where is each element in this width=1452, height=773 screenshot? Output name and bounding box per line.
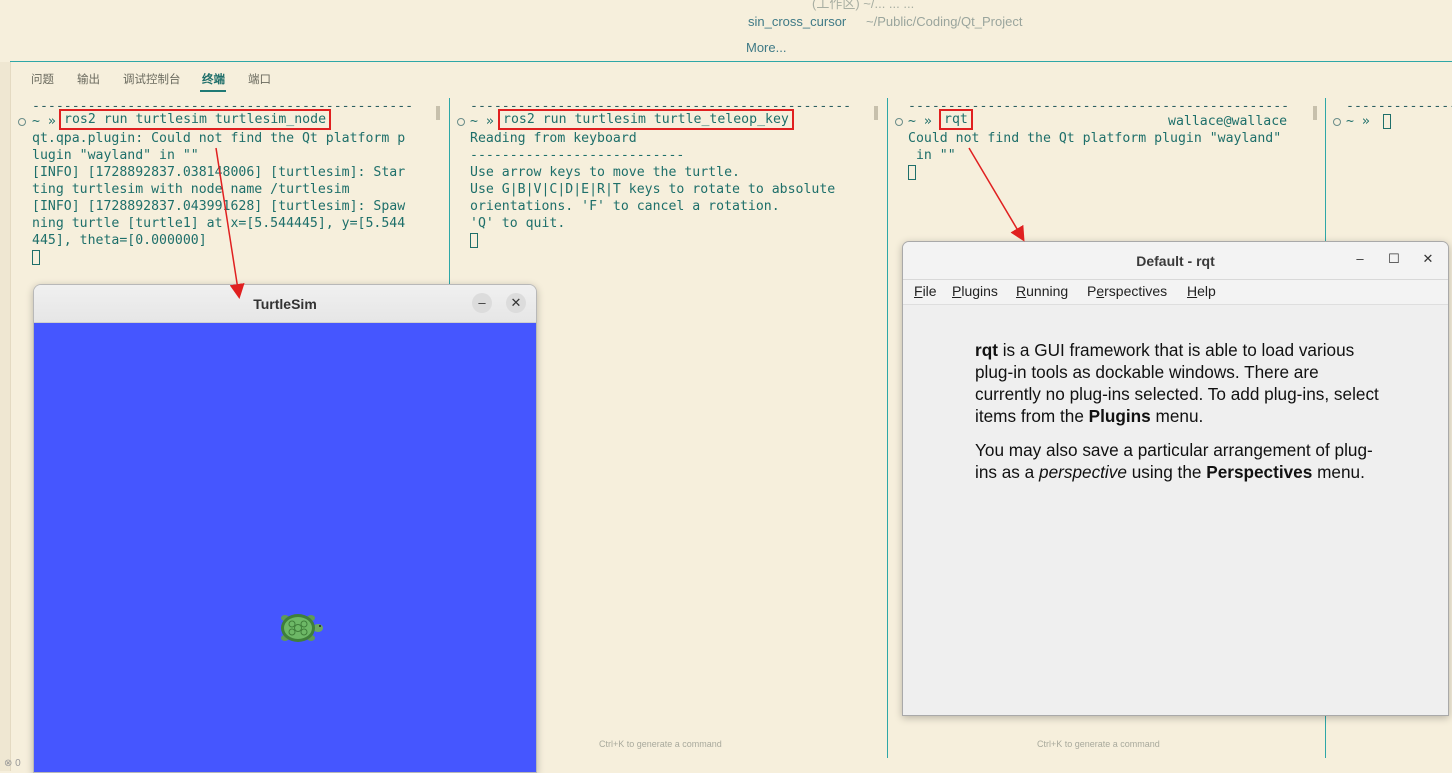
- active-tab-indicator: [200, 90, 226, 92]
- generate-hint: Ctrl+K to generate a command: [1037, 739, 1160, 749]
- prompt-status-icon: [895, 118, 903, 126]
- menu-help[interactable]: Help: [1187, 283, 1216, 299]
- minimize-button[interactable]: –: [472, 293, 492, 313]
- menu-running[interactable]: Running: [1016, 283, 1068, 299]
- more-link[interactable]: More...: [746, 40, 786, 55]
- terminal-output-line: [INFO] [1728892837.038148006] [turtlesim…: [32, 165, 406, 180]
- terminal-output-line: Reading from keyboard: [470, 131, 637, 146]
- terminal-output-line: lugin "wayland" in "": [32, 148, 199, 163]
- terminal-output-line: ting turtlesim with node name /turtlesim: [32, 182, 350, 197]
- terminal-cursor: [1383, 114, 1391, 129]
- terminal-output-line: orientations. 'F' to cancel a rotation.: [470, 199, 780, 214]
- terminal-prompt: ~ »: [470, 114, 494, 129]
- terminal-output-line: 445], theta=[0.000000]: [32, 233, 207, 248]
- terminal-output-line: Could not find the Qt platform plugin "w…: [908, 131, 1282, 146]
- terminal-output-line: ---------------------------: [470, 148, 685, 163]
- panel-divider: [10, 61, 1452, 62]
- tab-problems[interactable]: 问题: [31, 71, 54, 87]
- terminal-output-line: Use G|B|V|C|D|E|R|T keys to rotate to ab…: [470, 182, 836, 197]
- rqt-intro-paragraph: rqt is a GUI framework that is able to l…: [975, 340, 1379, 426]
- menu-plugins[interactable]: Plugins: [952, 283, 998, 299]
- terminal-cursor: [908, 165, 916, 180]
- terminal-output-line: qt.qpa.plugin: Could not find the Qt pla…: [32, 131, 406, 146]
- terminal-prompt: ~ »: [1346, 114, 1370, 129]
- terminal-command: rqt: [939, 109, 973, 130]
- maximize-button[interactable]: ☐: [1385, 251, 1403, 267]
- turtlesim-window[interactable]: TurtleSim – ✕: [33, 284, 537, 773]
- turtlesim-titlebar[interactable]: TurtleSim – ✕: [34, 285, 536, 323]
- close-button[interactable]: ✕: [506, 293, 526, 313]
- terminal-scrollbar[interactable]: [874, 106, 878, 120]
- activity-edge: [0, 0, 11, 771]
- rqt-window[interactable]: Default - rqt – ☐ ✕ File Plugins Running…: [902, 241, 1449, 716]
- terminal-cursor: [470, 233, 478, 248]
- recent-project-name[interactable]: sin_cross_cursor: [748, 14, 846, 29]
- generate-hint: Ctrl+K to generate a command: [599, 739, 722, 749]
- tab-ports[interactable]: 端口: [248, 71, 271, 87]
- terminal-output-line: 'Q' to quit.: [470, 216, 566, 231]
- status-problems[interactable]: ⊗ 0: [4, 758, 21, 769]
- rqt-menubar: File Plugins Running Perspectives Help: [903, 280, 1448, 305]
- terminal-split-divider[interactable]: [887, 98, 888, 758]
- recent-projects: (工作区) ~/... ... ... sin_cross_cursor ~/P…: [0, 0, 1452, 62]
- turtlesim-title: TurtleSim: [253, 296, 317, 312]
- turtle-icon: [281, 614, 323, 642]
- terminal-scrollbar[interactable]: [1313, 106, 1317, 120]
- terminal-user-host: wallace@wallace: [1168, 114, 1288, 129]
- prompt-status-icon: [18, 118, 26, 126]
- tab-debug-console[interactable]: 调试控制台: [123, 71, 181, 87]
- minimize-button[interactable]: –: [1351, 251, 1369, 266]
- terminal-command: ros2 run turtlesim turtle_teleop_key: [498, 109, 794, 130]
- terminal-output-line: ning turtle [turtle1] at x=[5.544445], y…: [32, 216, 406, 231]
- prompt-status-icon: [1333, 118, 1341, 126]
- rqt-titlebar[interactable]: Default - rqt – ☐ ✕: [903, 242, 1448, 280]
- rqt-welcome-text: rqt is a GUI framework that is able to l…: [975, 339, 1385, 495]
- tab-terminal[interactable]: 终端: [202, 71, 225, 87]
- terminal-prompt: ~ »: [908, 114, 932, 129]
- turtlesim-canvas: [34, 323, 536, 772]
- terminal-cursor: [32, 250, 40, 265]
- terminal-scrollbar[interactable]: [436, 106, 440, 120]
- terminal-output-line: in "": [908, 148, 956, 163]
- rqt-perspective-paragraph: You may also save a particular arrangeme…: [975, 440, 1373, 482]
- menu-perspectives[interactable]: Perspectives: [1087, 283, 1167, 299]
- recent-project-path: ~/Public/Coding/Qt_Project: [866, 14, 1023, 29]
- terminal-output-line: Use arrow keys to move the turtle.: [470, 165, 740, 180]
- close-button[interactable]: ✕: [1419, 251, 1437, 267]
- prompt-status-icon: [457, 118, 465, 126]
- tab-output[interactable]: 输出: [77, 71, 100, 87]
- menu-file[interactable]: File: [914, 283, 937, 299]
- terminal-output-line: [INFO] [1728892837.043991628] [turtlesim…: [32, 199, 406, 214]
- terminal-prompt: ~ »: [32, 114, 56, 129]
- recent-item-cut: (工作区) ~/... ... ...: [812, 0, 915, 11]
- terminal-command: ros2 run turtlesim turtlesim_node: [59, 109, 332, 130]
